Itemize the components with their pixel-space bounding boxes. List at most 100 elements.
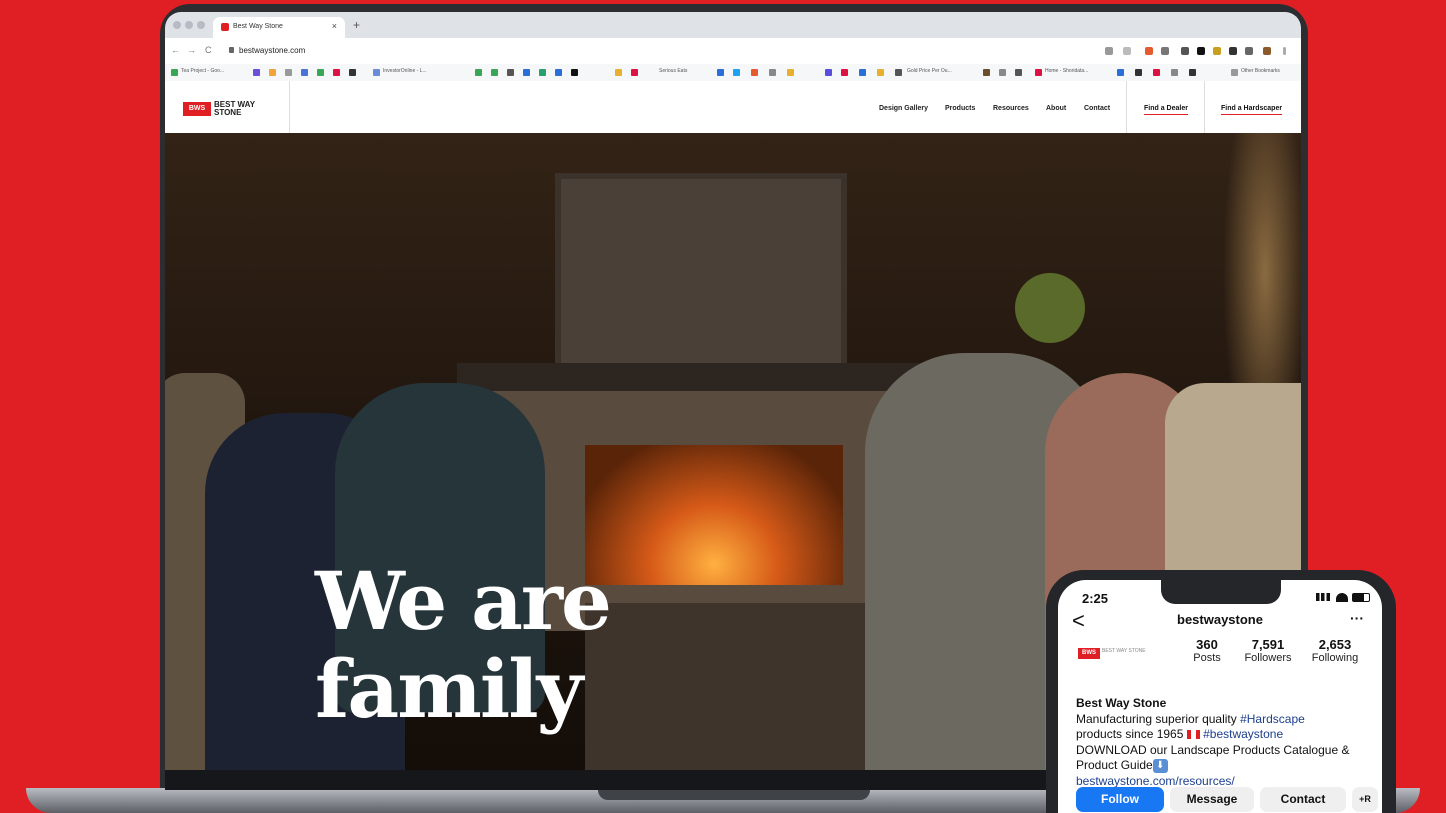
bookmark-favicon-icon[interactable] bbox=[523, 69, 530, 76]
tab-favicon-icon bbox=[221, 23, 229, 31]
bookmark-item[interactable]: Tea Project - Goo... bbox=[181, 68, 224, 74]
browser-tab-bar: Best Way Stone × + bbox=[165, 12, 1301, 38]
hero-headline-line: family bbox=[315, 642, 583, 736]
bookmark-favicon-icon[interactable] bbox=[1153, 69, 1160, 76]
topiary-plant bbox=[1015, 273, 1085, 343]
bookmark-favicon-icon[interactable] bbox=[1117, 69, 1124, 76]
window-close-dot[interactable] bbox=[173, 21, 181, 29]
extension-icon[interactable] bbox=[1245, 47, 1253, 55]
bio-text: Manufacturing superior quality bbox=[1076, 711, 1241, 726]
bookmark-favicon-icon[interactable] bbox=[269, 69, 276, 76]
bookmark-favicon-icon bbox=[895, 69, 902, 76]
hashtag-link[interactable]: #Hardscape bbox=[1240, 712, 1305, 726]
tab-close-icon[interactable]: × bbox=[332, 21, 337, 31]
stat-followers[interactable]: 7,591 Followers bbox=[1238, 637, 1298, 664]
bookmark-favicon-icon[interactable] bbox=[1015, 69, 1022, 76]
bookmark-favicon-icon bbox=[373, 69, 380, 76]
url-field[interactable]: bestwaystone.com bbox=[239, 46, 305, 55]
nav-products[interactable]: Products bbox=[945, 105, 975, 112]
bookmark-favicon-icon[interactable] bbox=[333, 69, 340, 76]
bookmark-favicon-icon[interactable] bbox=[571, 69, 578, 76]
bookmark-item[interactable]: InvestorOnline - L... bbox=[383, 68, 427, 74]
bookmark-favicon-icon[interactable] bbox=[733, 69, 740, 76]
window-zoom-dot[interactable] bbox=[197, 21, 205, 29]
extension-icon[interactable] bbox=[1181, 47, 1189, 55]
message-button[interactable]: Message bbox=[1170, 787, 1254, 812]
bookmarks-bar: Tea Project - Goo... InvestorOnline - L.… bbox=[165, 64, 1301, 82]
follow-button[interactable]: Follow bbox=[1076, 787, 1164, 812]
bookmark-item[interactable]: Other Bookmarks bbox=[1241, 68, 1280, 74]
new-tab-button[interactable]: + bbox=[353, 18, 360, 32]
bookmark-favicon-icon[interactable] bbox=[349, 69, 356, 76]
profile-avatar[interactable]: BWS BEST WAY STONE bbox=[1074, 644, 1148, 664]
nav-resources[interactable]: Resources bbox=[993, 105, 1029, 112]
extension-icon[interactable] bbox=[1145, 47, 1153, 55]
back-icon[interactable]: ← bbox=[171, 45, 180, 55]
bookmark-favicon-icon[interactable] bbox=[507, 69, 514, 76]
share-icon[interactable] bbox=[1105, 47, 1113, 55]
bookmark-favicon-icon[interactable] bbox=[615, 69, 622, 76]
extension-icon[interactable] bbox=[1213, 47, 1221, 55]
find-dealer-link[interactable]: Find a Dealer bbox=[1144, 105, 1188, 115]
hashtag-link[interactable]: #bestwaystone bbox=[1203, 727, 1283, 741]
stat-following[interactable]: 2,653 Following bbox=[1303, 637, 1367, 664]
tab-title: Best Way Stone bbox=[233, 23, 283, 30]
bookmark-favicon-icon[interactable] bbox=[717, 69, 724, 76]
site-header: BWS BEST WAY STONE Design Gallery Produc… bbox=[165, 81, 1301, 135]
bookmark-favicon-icon bbox=[631, 69, 638, 76]
browser-tab[interactable]: Best Way Stone × bbox=[213, 17, 345, 38]
bookmark-favicon-icon[interactable] bbox=[787, 69, 794, 76]
window-minimize-dot[interactable] bbox=[185, 21, 193, 29]
canada-flag-icon bbox=[1186, 730, 1200, 740]
bookmark-favicon-icon[interactable] bbox=[285, 69, 292, 76]
stat-posts[interactable]: 360 Posts bbox=[1182, 637, 1232, 664]
bookmark-favicon-icon[interactable] bbox=[1189, 69, 1196, 76]
bookmark-favicon-icon[interactable] bbox=[253, 69, 260, 76]
bookmark-favicon-icon[interactable] bbox=[539, 69, 546, 76]
bookmark-favicon-icon[interactable] bbox=[491, 69, 498, 76]
bookmark-item[interactable]: Home - Shoridata... bbox=[1045, 68, 1088, 74]
extension-icon[interactable] bbox=[1161, 47, 1169, 55]
nav-design-gallery[interactable]: Design Gallery bbox=[879, 105, 928, 112]
nav-divider bbox=[1126, 81, 1127, 133]
bookmark-favicon-icon[interactable] bbox=[301, 69, 308, 76]
add-person-icon[interactable]: +R bbox=[1352, 787, 1378, 812]
laptop-hinge-notch bbox=[598, 790, 870, 800]
cellular-signal-icon bbox=[1316, 593, 1330, 601]
bookmark-favicon-icon[interactable] bbox=[877, 69, 884, 76]
phone-notch bbox=[1161, 580, 1281, 604]
bookmark-favicon-icon[interactable] bbox=[317, 69, 324, 76]
find-hardscaper-link[interactable]: Find a Hardscaper bbox=[1221, 105, 1283, 115]
hero-headline: We are family bbox=[315, 557, 715, 733]
fireplace-mantel bbox=[457, 363, 957, 393]
stat-number: 7,591 bbox=[1251, 637, 1285, 652]
profile-username: bestwaystone bbox=[1177, 612, 1263, 627]
forward-icon[interactable]: → bbox=[187, 45, 196, 55]
bookmark-favicon-icon[interactable] bbox=[841, 69, 848, 76]
contact-button[interactable]: Contact bbox=[1260, 787, 1346, 812]
more-options-icon[interactable]: ··· bbox=[1350, 610, 1364, 626]
bookmark-favicon-icon[interactable] bbox=[1171, 69, 1178, 76]
bookmark-item[interactable]: Gold Price Per Ou... bbox=[907, 68, 952, 74]
bookmark-favicon-icon[interactable] bbox=[983, 69, 990, 76]
bookmark-favicon-icon[interactable] bbox=[555, 69, 562, 76]
bookmark-favicon-icon[interactable] bbox=[859, 69, 866, 76]
stat-number: 2,653 bbox=[1318, 637, 1352, 652]
bookmark-star-icon[interactable] bbox=[1123, 47, 1131, 55]
bio-text: Product Guide bbox=[1076, 758, 1153, 772]
extension-icon[interactable] bbox=[1197, 47, 1205, 55]
reload-icon[interactable]: C bbox=[205, 45, 212, 55]
bookmark-item[interactable]: Serious Eats bbox=[659, 68, 687, 74]
nav-about[interactable]: About bbox=[1046, 105, 1066, 112]
bookmark-favicon-icon[interactable] bbox=[1135, 69, 1142, 76]
bookmark-favicon-icon[interactable] bbox=[751, 69, 758, 76]
profile-avatar-icon[interactable] bbox=[1263, 47, 1271, 55]
bookmark-favicon-icon[interactable] bbox=[769, 69, 776, 76]
menu-kebab-icon[interactable] bbox=[1283, 47, 1286, 55]
site-logo[interactable]: BWS BEST WAY STONE bbox=[183, 101, 271, 117]
bookmark-favicon-icon[interactable] bbox=[475, 69, 482, 76]
nav-contact[interactable]: Contact bbox=[1084, 105, 1110, 112]
extension-icon[interactable] bbox=[1229, 47, 1237, 55]
bookmark-favicon-icon[interactable] bbox=[825, 69, 832, 76]
bookmark-favicon-icon[interactable] bbox=[999, 69, 1006, 76]
